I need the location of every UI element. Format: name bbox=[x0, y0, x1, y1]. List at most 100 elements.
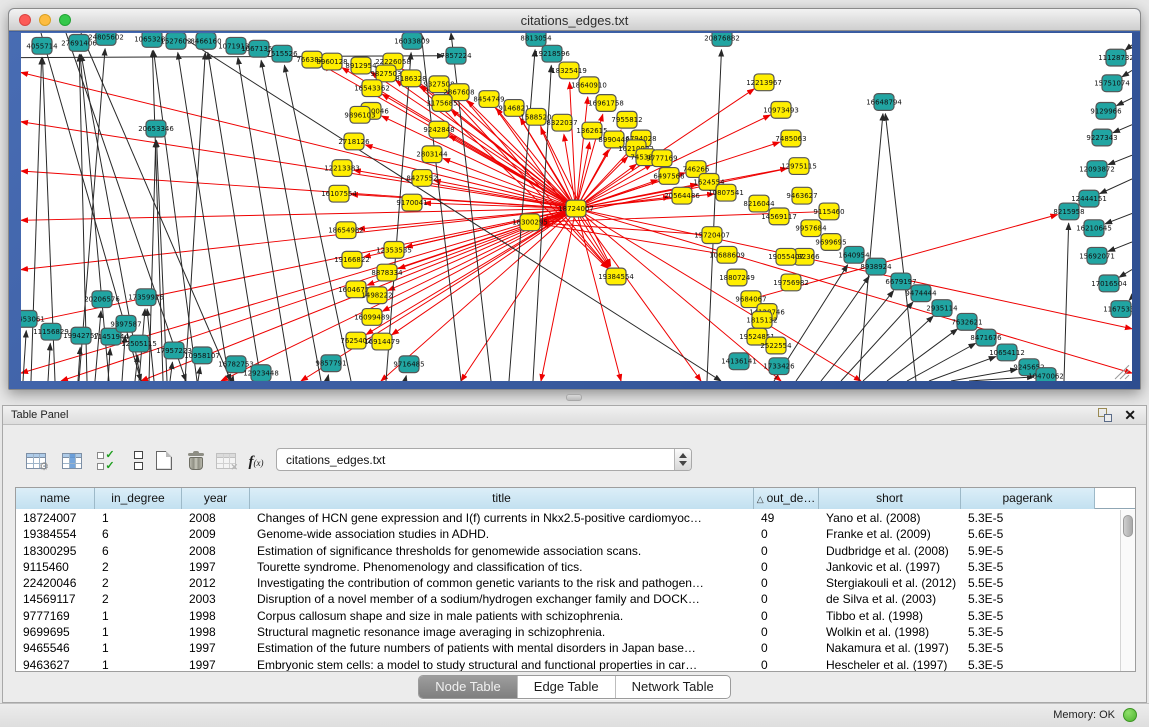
table-row[interactable]: 1938455462009Genome-wide association stu… bbox=[16, 526, 1119, 542]
tab-node-table[interactable]: Node Table bbox=[419, 676, 518, 698]
graph-node[interactable]: 19218596 bbox=[534, 45, 570, 62]
graph-node[interactable]: 14136141 bbox=[721, 353, 757, 370]
graph-node[interactable]: 16033809 bbox=[394, 33, 430, 49]
table-cell: 2 bbox=[95, 575, 182, 591]
table-options-button[interactable]: ⚙ bbox=[21, 444, 51, 474]
graph-node[interactable]: 16961758 bbox=[588, 95, 624, 112]
graph-node[interactable]: 4055714 bbox=[26, 37, 58, 54]
table-row[interactable]: 1872400712008Changes of HCN gene express… bbox=[16, 510, 1119, 526]
delete-table-button[interactable]: ✕ bbox=[211, 444, 241, 474]
graph-node[interactable]: 12093872 bbox=[1079, 161, 1115, 178]
graph-node[interactable]: 10688609 bbox=[709, 246, 745, 263]
graph-node[interactable]: 8466160 bbox=[190, 33, 221, 49]
function-icon: f(x) bbox=[241, 454, 271, 471]
splitter-handle[interactable] bbox=[566, 394, 582, 401]
graph-node[interactable]: 17359926 bbox=[128, 289, 164, 306]
graph-node[interactable]: 16107554 bbox=[321, 185, 357, 202]
table-row[interactable]: 1830029562008Estimation of significance … bbox=[16, 543, 1119, 559]
graph-node[interactable]: 9699695 bbox=[815, 234, 846, 251]
tab-edge-table[interactable]: Edge Table bbox=[518, 676, 616, 698]
panel-splitter[interactable] bbox=[0, 390, 1149, 405]
table-row[interactable]: 946554611997Estimation of the future num… bbox=[16, 640, 1119, 656]
graph-node[interactable]: 9227343 bbox=[1086, 129, 1117, 146]
graph-node[interactable]: 1640954 bbox=[838, 246, 870, 263]
graph-node[interactable]: 12975115 bbox=[781, 158, 817, 175]
graph-node[interactable]: 8938924 bbox=[860, 258, 892, 275]
function-builder-button[interactable]: f(x) bbox=[241, 444, 271, 474]
graph-node[interactable]: 12213967 bbox=[746, 74, 782, 91]
graph-node-label: 19218596 bbox=[534, 50, 570, 58]
table-row[interactable]: 2242004622012Investigating the contribut… bbox=[16, 575, 1119, 591]
table-cell: Yano et al. (2008) bbox=[819, 510, 961, 526]
new-column-button[interactable] bbox=[149, 444, 179, 474]
resize-grip-icon[interactable] bbox=[1120, 370, 1129, 379]
table-row[interactable]: 911546021997Tourette syndrome. Phenomeno… bbox=[16, 559, 1119, 575]
graph-node[interactable]: 16099489 bbox=[354, 309, 390, 326]
column-header-short[interactable]: short bbox=[819, 488, 961, 509]
graph-node[interactable]: 19166822 bbox=[334, 251, 370, 268]
graph-node[interactable]: 7857224 bbox=[440, 47, 472, 64]
table-row[interactable]: 977716911998Corpus callosum shape and si… bbox=[16, 608, 1119, 624]
graph-node[interactable]: 16648794 bbox=[866, 94, 902, 111]
column-header-outde[interactable]: △out_de… bbox=[754, 488, 819, 509]
table-row[interactable]: 946362711997Embryonic stem cells: a mode… bbox=[16, 657, 1119, 672]
delete-columns-button[interactable] bbox=[181, 444, 211, 474]
float-panel-icon[interactable] bbox=[1098, 408, 1112, 422]
graph-node[interactable]: 18640910 bbox=[571, 77, 607, 94]
graph-node[interactable]: 2718126 bbox=[338, 133, 369, 150]
graph-node[interactable]: 9463627 bbox=[786, 187, 817, 204]
graph-node[interactable]: 15692071 bbox=[1079, 247, 1115, 264]
graph-node[interactable]: 7955812 bbox=[611, 111, 642, 128]
column-header-title[interactable]: title bbox=[250, 488, 754, 509]
graph-node[interactable]: 9716485 bbox=[393, 356, 424, 373]
graph-node[interactable]: 10654112 bbox=[989, 344, 1025, 361]
column-header-year[interactable]: year bbox=[182, 488, 250, 509]
graph-node[interactable]: 2803144 bbox=[416, 146, 448, 163]
tab-network-table[interactable]: Network Table bbox=[616, 676, 730, 698]
close-panel-icon[interactable]: ✕ bbox=[1124, 408, 1136, 422]
column-header-name[interactable]: name bbox=[16, 488, 95, 509]
scrollbar-thumb[interactable] bbox=[1123, 515, 1133, 537]
graph-node[interactable]: 16210645 bbox=[1076, 220, 1112, 237]
graph-node[interactable]: 7485063 bbox=[775, 130, 806, 147]
graph-edge bbox=[1064, 223, 1069, 381]
show-column-button[interactable] bbox=[57, 444, 87, 474]
memory-ok-indicator[interactable] bbox=[1123, 708, 1137, 722]
graph-node-label: 11675334 bbox=[1103, 306, 1132, 314]
graph-node[interactable]: 16914479 bbox=[364, 333, 400, 350]
graph-node[interactable]: 20653346 bbox=[138, 120, 174, 137]
graph-node-label: 9146821 bbox=[498, 104, 529, 112]
network-canvas[interactable]: 1872400740557142769140624805602106532871… bbox=[21, 33, 1132, 381]
table-selector-dropdown[interactable]: citations_edges.txt bbox=[276, 448, 692, 471]
table-cell: 19384554 bbox=[16, 526, 95, 542]
graph-node-label: 8471676 bbox=[970, 334, 1001, 342]
table-cell: 5.3E-5 bbox=[961, 624, 1095, 640]
table-cell: 5.5E-5 bbox=[961, 575, 1095, 591]
table-row[interactable]: 969969511998Structural magnetic resonanc… bbox=[16, 624, 1119, 640]
graph-node[interactable]: 17016504 bbox=[1091, 275, 1127, 292]
select-columns-button[interactable]: ✓ ✓ bbox=[91, 444, 121, 474]
table-options-icon: ⚙ bbox=[26, 453, 46, 469]
table-row[interactable]: 1456911722003Disruption of a novel membe… bbox=[16, 591, 1119, 607]
graph-node-label: 2935114 bbox=[926, 305, 958, 313]
graph-node[interactable]: 18807249 bbox=[719, 269, 755, 286]
table-cell: Investigating the contribution of common… bbox=[250, 575, 754, 591]
sort-ascending-icon: △ bbox=[757, 494, 764, 504]
table-vertical-scrollbar[interactable] bbox=[1120, 510, 1135, 671]
graph-node-label: 9242848 bbox=[423, 126, 454, 134]
graph-node[interactable]: 11675334 bbox=[1103, 301, 1132, 318]
column-header-pagerank[interactable]: pagerank bbox=[961, 488, 1095, 509]
graph-node[interactable]: 20876882 bbox=[704, 33, 740, 46]
graph-node[interactable]: 11128732 bbox=[1098, 49, 1132, 66]
window-titlebar[interactable]: citations_edges.txt bbox=[9, 9, 1140, 31]
graph-node[interactable]: 8813054 bbox=[520, 33, 552, 46]
graph-node[interactable]: 18654982 bbox=[328, 222, 364, 239]
column-header-indegree[interactable]: in_degree bbox=[95, 488, 182, 509]
graph-node[interactable]: 19756982 bbox=[773, 274, 809, 291]
graph-node[interactable]: 9115460 bbox=[813, 203, 844, 220]
graph-node[interactable]: 20206576 bbox=[84, 291, 120, 308]
graph-node[interactable]: 18325419 bbox=[551, 62, 587, 79]
graph-node[interactable]: 1733426 bbox=[763, 358, 794, 375]
graph-node[interactable]: 15751074 bbox=[1094, 75, 1130, 92]
resize-grip-icon[interactable] bbox=[1125, 375, 1129, 379]
